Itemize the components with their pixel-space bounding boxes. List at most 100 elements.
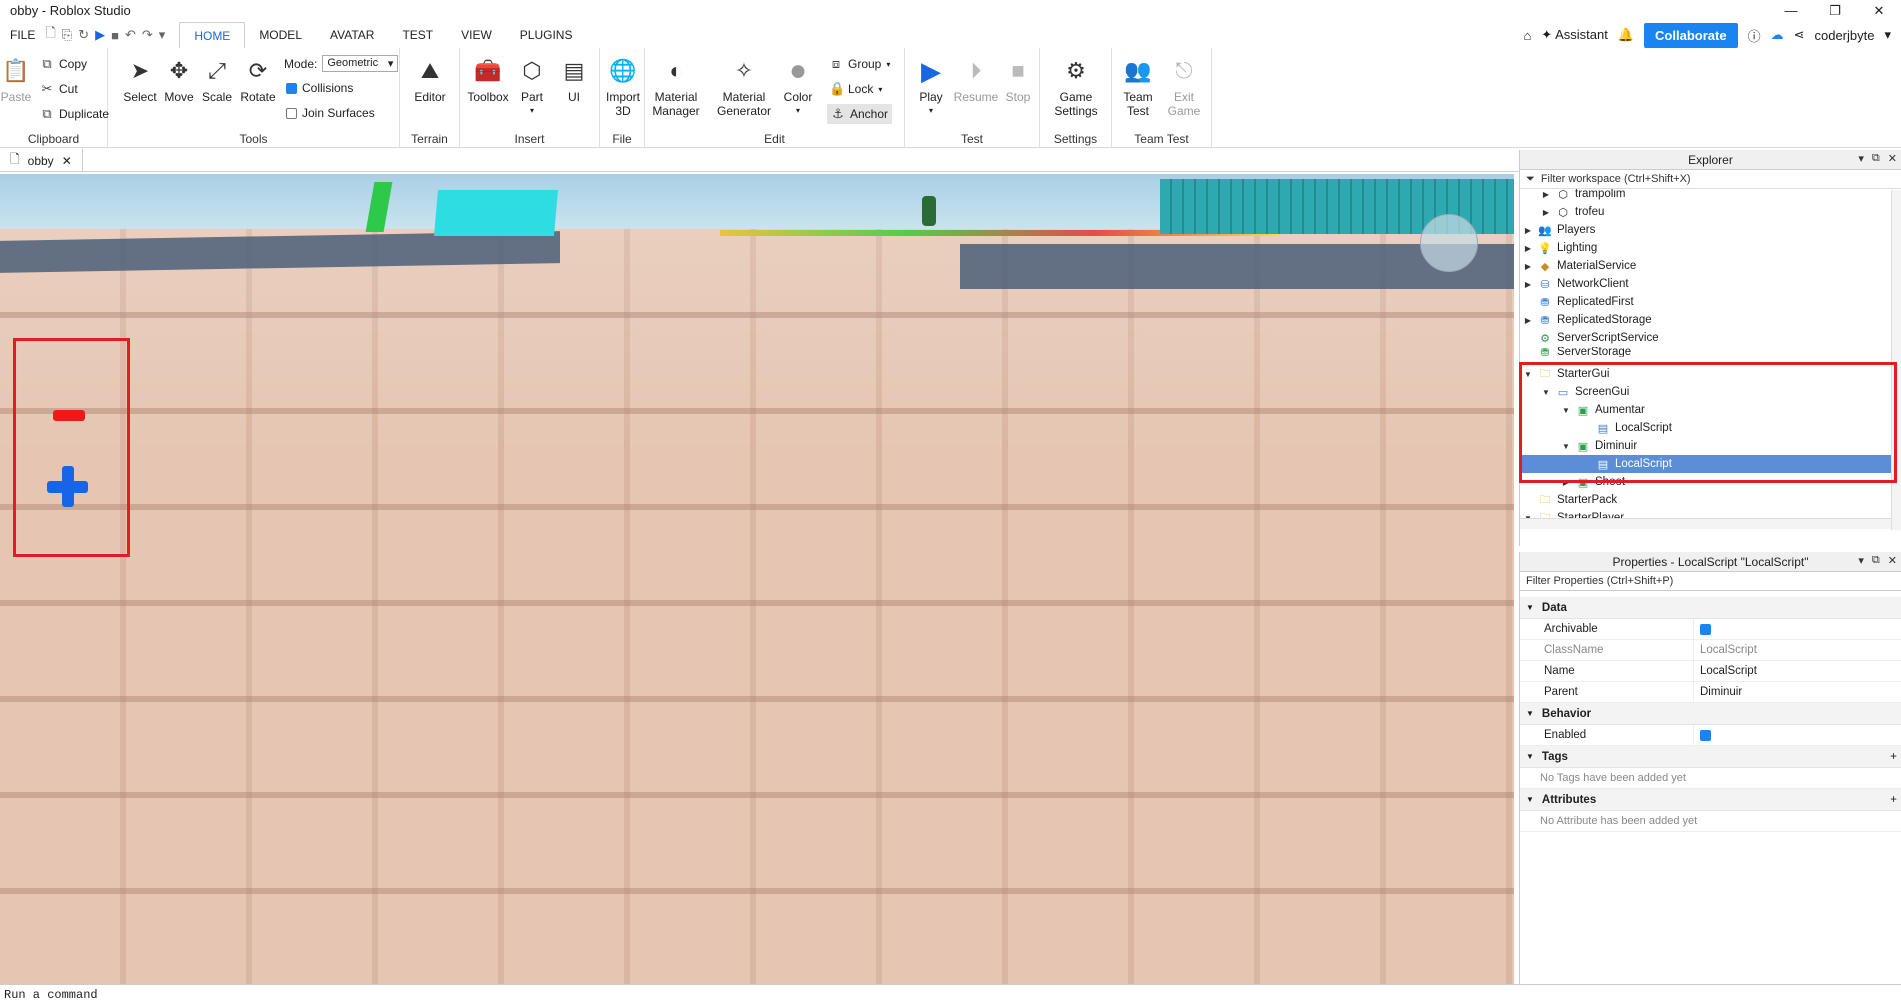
undo-icon[interactable]: ↶: [125, 27, 136, 43]
material-manager-button[interactable]: ◐ Material Manager: [650, 56, 702, 119]
tab-model[interactable]: MODEL: [245, 22, 316, 48]
anchor-button[interactable]: ⚓ Anchor: [827, 104, 893, 124]
expand-arrow-icon[interactable]: ▶: [1540, 208, 1552, 217]
file-menu[interactable]: FILE: [0, 28, 45, 42]
open-icon[interactable]: ⎘: [62, 27, 72, 43]
play-icon[interactable]: ▶: [95, 27, 105, 43]
3d-viewport[interactable]: [0, 174, 1514, 984]
tab-plugins[interactable]: PLUGINS: [506, 22, 587, 48]
collapse-arrow-icon[interactable]: ▼: [1560, 442, 1572, 451]
cut-button[interactable]: ✂ Cut: [40, 81, 78, 97]
stop-icon[interactable]: ■: [111, 28, 119, 43]
tree-item-starterpack[interactable]: 🗀 StarterPack: [1520, 491, 1891, 509]
minimize-button[interactable]: —: [1769, 0, 1813, 21]
property-name-value[interactable]: LocalScript: [1693, 660, 1901, 682]
tree-item-localscript-aumentar[interactable]: ▤ LocalScript: [1520, 419, 1891, 437]
document-tab-obby[interactable]: 🗋 obby ✕: [0, 149, 83, 172]
collisions-checkbox[interactable]: Collisions: [286, 81, 353, 95]
close-icon[interactable]: ✕: [62, 154, 72, 168]
username[interactable]: coderjbyte: [1814, 28, 1874, 43]
expand-arrow-icon[interactable]: ▶: [1560, 478, 1572, 487]
notification-icon[interactable]: 🔔: [1618, 27, 1634, 43]
diminuir-button[interactable]: [53, 410, 85, 421]
tree-item-networkclient[interactable]: ▶ ⛁ NetworkClient: [1520, 275, 1891, 293]
move-button[interactable]: ✥ Move: [162, 56, 196, 105]
section-attributes[interactable]: ▼ Attributes +: [1520, 789, 1901, 811]
tree-item-players[interactable]: ▶ 👥 Players: [1520, 221, 1891, 239]
terrain-editor-button[interactable]: ⛰ Editor: [410, 56, 450, 105]
tree-item-aumentar[interactable]: ▼ ▣ Aumentar: [1520, 401, 1891, 419]
explorer-filter[interactable]: ⏷ Filter workspace (Ctrl+Shift+X): [1520, 170, 1901, 189]
tree-item-localscript-diminuir[interactable]: ▤ LocalScript: [1520, 455, 1891, 473]
enabled-checkbox[interactable]: [1700, 729, 1711, 741]
add-attribute-icon[interactable]: +: [1890, 794, 1897, 806]
close-button[interactable]: ✕: [1857, 0, 1901, 21]
cloud-icon[interactable]: ☁: [1771, 27, 1784, 43]
duplicate-button[interactable]: ⧉ Duplicate: [40, 106, 109, 122]
tab-test[interactable]: TEST: [388, 22, 447, 48]
chevron-down-icon[interactable]: ▾: [1884, 27, 1891, 43]
tab-view[interactable]: VIEW: [447, 22, 506, 48]
tree-item-screengui[interactable]: ▼ ▭ ScreenGui: [1520, 383, 1891, 401]
tab-avatar[interactable]: AVATAR: [316, 22, 388, 48]
tree-item-shoot[interactable]: ▶ ▣ Shoot: [1520, 473, 1891, 491]
lock-button[interactable]: 🔒 Lock ▾: [829, 81, 882, 97]
expand-arrow-icon[interactable]: ▶: [1540, 190, 1552, 199]
expand-arrow-icon[interactable]: ▶: [1522, 280, 1534, 289]
new-file-icon[interactable]: 🗋: [45, 24, 55, 46]
color-button[interactable]: ● Color ▾: [778, 56, 818, 118]
collapse-arrow-icon[interactable]: ▼: [1560, 406, 1572, 415]
ui-button[interactable]: ▤ UI: [556, 56, 592, 105]
expand-arrow-icon[interactable]: ▶: [1522, 244, 1534, 253]
home-icon[interactable]: ⌂: [1523, 28, 1531, 43]
section-data[interactable]: ▼ Data: [1520, 597, 1901, 619]
maximize-button[interactable]: ❐: [1813, 0, 1857, 21]
share-icon[interactable]: ⋖: [1794, 27, 1805, 43]
undock-icon[interactable]: ⧉: [1872, 152, 1880, 165]
close-icon[interactable]: ✕: [1888, 152, 1897, 165]
select-button[interactable]: ➤ Select: [123, 56, 157, 105]
expand-arrow-icon[interactable]: ▶: [1522, 316, 1534, 325]
join-surfaces-checkbox[interactable]: Join Surfaces: [286, 106, 375, 120]
tree-item-trampolim[interactable]: ▶ ⬡ trampolim: [1520, 189, 1891, 203]
command-bar[interactable]: Run a command: [0, 984, 1901, 1005]
tree-item-replicatedstorage[interactable]: ▶ ⛃ ReplicatedStorage: [1520, 311, 1891, 329]
vertical-scrollbar[interactable]: [1891, 190, 1901, 530]
group-button[interactable]: ⧈ Group ▾: [829, 56, 891, 72]
tree-item-startergui[interactable]: ▼ 🗀 StarterGui: [1520, 365, 1891, 383]
import-3d-button[interactable]: 🌐 Import 3D: [604, 56, 642, 119]
tree-item-materialservice[interactable]: ▶ ◆ MaterialService: [1520, 257, 1891, 275]
view-cube[interactable]: [1420, 214, 1478, 272]
chevron-down-icon[interactable]: ▾: [1858, 554, 1864, 567]
add-tag-icon[interactable]: +: [1890, 751, 1897, 763]
tree-item-lighting[interactable]: ▶ 💡 Lighting: [1520, 239, 1891, 257]
close-icon[interactable]: ✕: [1888, 554, 1897, 567]
redo-icon[interactable]: ↻: [78, 27, 89, 43]
collaborate-button[interactable]: Collaborate: [1644, 22, 1738, 48]
stop-button[interactable]: ■ Stop: [1001, 56, 1035, 105]
resume-button[interactable]: ⏵ Resume: [953, 56, 999, 105]
toolbox-button[interactable]: 🧰 Toolbox: [465, 56, 511, 105]
tree-item-trofeu[interactable]: ▶ ⬡ trofeu: [1520, 203, 1891, 221]
collapse-arrow-icon[interactable]: ▼: [1522, 370, 1534, 379]
exit-game-button[interactable]: ⎋ Exit Game: [1164, 56, 1204, 119]
aumentar-button-vertical[interactable]: [62, 466, 74, 507]
redo-arrow-icon[interactable]: ↷: [142, 27, 153, 43]
chevron-down-icon[interactable]: ▾: [1858, 152, 1864, 165]
customize-dropdown-icon[interactable]: ▾: [159, 27, 166, 43]
section-behavior[interactable]: ▼ Behavior: [1520, 703, 1901, 725]
material-generator-button[interactable]: ✧ Material Generator: [715, 56, 773, 119]
undock-icon[interactable]: ⧉: [1872, 554, 1880, 567]
expand-arrow-icon[interactable]: ▶: [1522, 262, 1534, 271]
expand-arrow-icon[interactable]: ▶: [1522, 226, 1534, 235]
assistant-button[interactable]: ✦ Assistant: [1541, 27, 1608, 43]
part-button[interactable]: ⬡ Part ▾: [512, 56, 552, 118]
copy-button[interactable]: ⧉ Copy: [40, 56, 87, 72]
rotate-button[interactable]: ⟳ Rotate: [238, 56, 278, 105]
section-tags[interactable]: ▼ Tags +: [1520, 746, 1901, 768]
properties-filter[interactable]: Filter Properties (Ctrl+Shift+P): [1520, 572, 1901, 591]
tree-item-serverstorage[interactable]: ⛃ ServerStorage: [1520, 347, 1891, 357]
scale-button[interactable]: ⤢ Scale: [200, 56, 234, 105]
horizontal-scrollbar[interactable]: [1520, 518, 1891, 529]
tree-item-diminuir[interactable]: ▼ ▣ Diminuir: [1520, 437, 1891, 455]
